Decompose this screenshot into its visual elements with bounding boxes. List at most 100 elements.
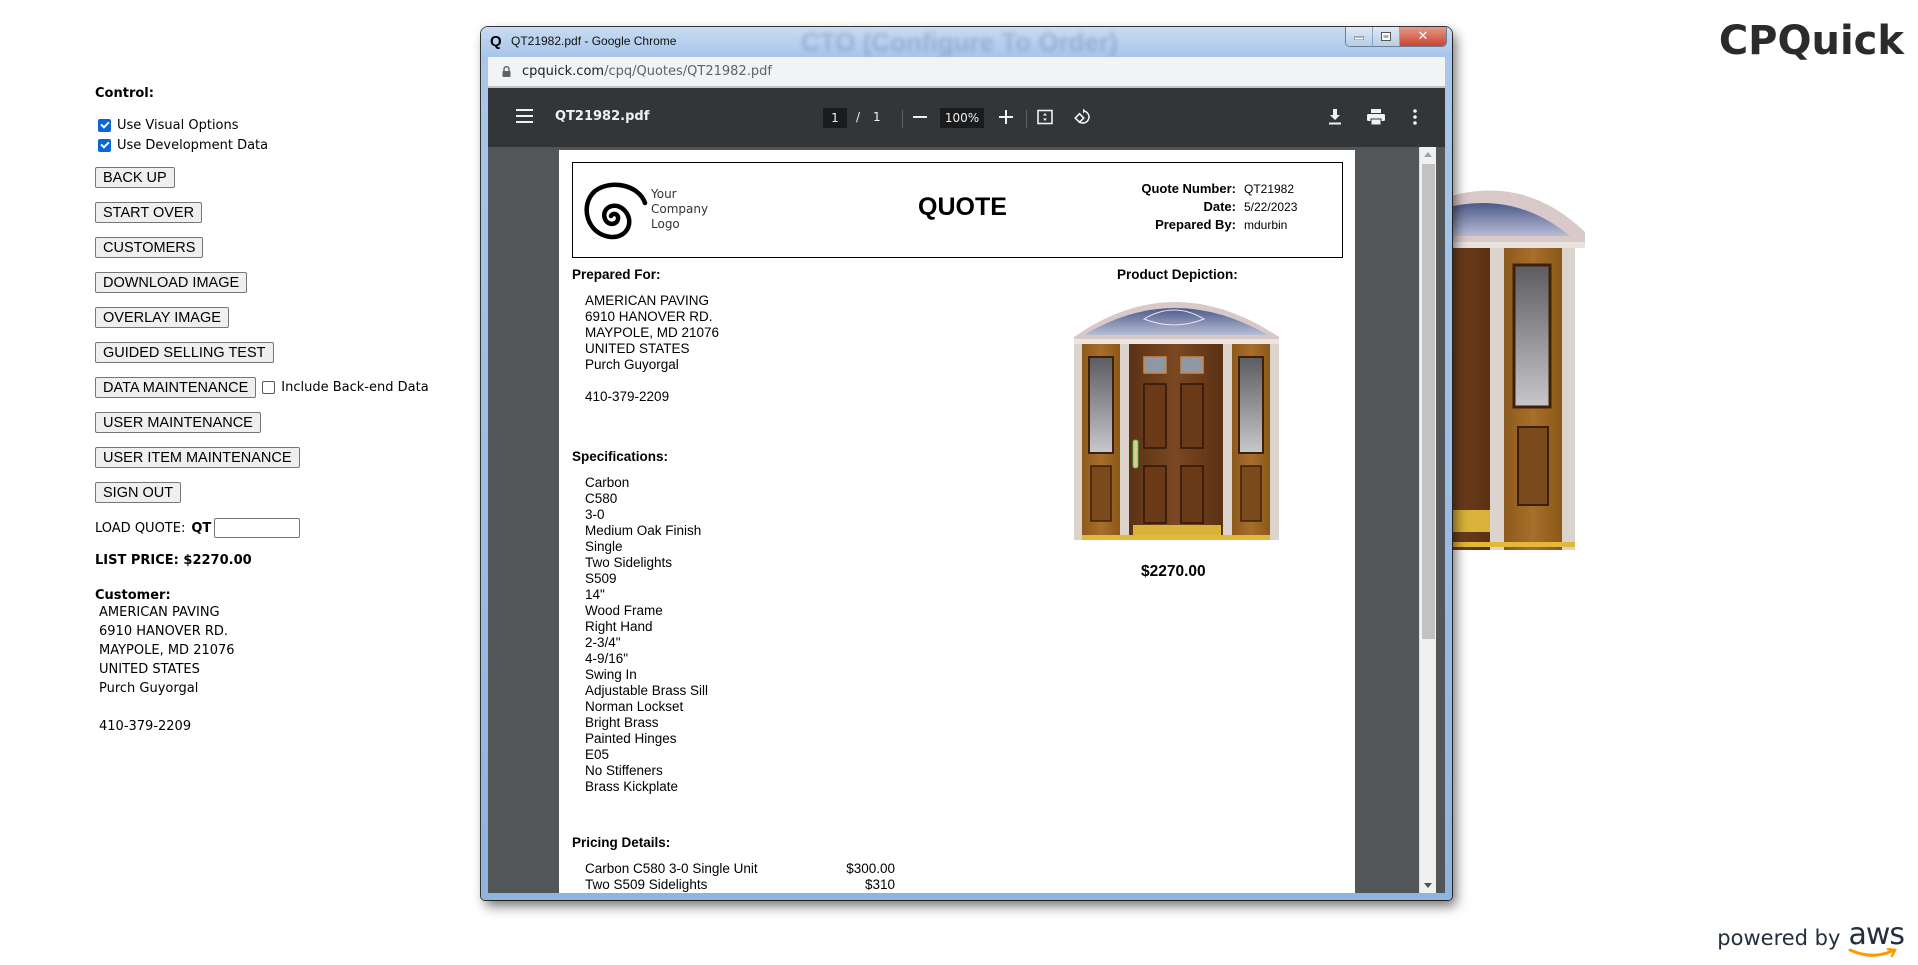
customer-line: UNITED STATES	[99, 662, 200, 677]
zoom-level-input[interactable]: 100%	[940, 108, 984, 128]
specification-item: Norman Lockset	[585, 699, 684, 714]
specification-item: Adjustable Brass Sill	[585, 683, 709, 698]
prepared-for-phone: 410-379-2209	[585, 389, 670, 404]
zoom-out-button[interactable]	[908, 105, 932, 129]
title-bar[interactable]: Q QT21982.pdf - Google Chrome CTO (Confi…	[481, 27, 1452, 57]
pricing-item: Two S509 Sidelights	[585, 877, 708, 892]
quote-date-row: Date: 5/22/2023	[1141, 198, 1310, 216]
vertical-scrollbar[interactable]	[1419, 147, 1436, 893]
print-button[interactable]	[1364, 105, 1388, 129]
sign-out-button[interactable]: SIGN OUT	[95, 482, 182, 503]
zoom-out-icon	[913, 116, 927, 118]
rotate-button[interactable]	[1071, 105, 1095, 129]
prepared-for-address: AMERICAN PAVING 6910 HANOVER RD. MAYPOLE…	[585, 293, 719, 405]
pdf-viewer[interactable]: Your Company Logo QUOTE Quote Number: QT2…	[488, 147, 1445, 893]
use-development-data-label: Use Development Data	[117, 137, 269, 153]
product-depiction-heading: Product Depiction:	[1117, 267, 1238, 282]
data-maintenance-button[interactable]: DATA MAINTENANCE	[95, 377, 257, 398]
customer-line: Purch Guyorgal	[99, 681, 199, 696]
include-backend-data-row[interactable]: Include Back-end Data	[262, 380, 429, 395]
page-number-input[interactable]: 1	[823, 108, 847, 128]
guided-selling-test-button[interactable]: GUIDED SELLING TEST	[95, 342, 274, 363]
aws-smile-icon	[1848, 948, 1898, 958]
window-title: QT21982.pdf - Google Chrome	[511, 34, 677, 48]
download-button[interactable]	[1323, 105, 1347, 129]
use-development-data-checkbox-row[interactable]: Use Development Data	[98, 135, 455, 155]
customer-phone: 410-379-2209	[99, 719, 192, 734]
customers-button[interactable]: CUSTOMERS	[95, 237, 204, 258]
specification-item: 3-0	[585, 507, 605, 522]
fit-page-icon	[1037, 109, 1053, 125]
specification-item: 4-9/16"	[585, 651, 629, 666]
fit-page-button[interactable]	[1033, 105, 1057, 129]
blurred-background-title: CTO (Configure To Order)	[801, 27, 1118, 57]
maximize-button[interactable]	[1373, 27, 1400, 46]
control-panel: Control: Use Visual Options Use Developm…	[95, 86, 455, 736]
address-bar[interactable]: cpquick.com/cpq/Quotes/QT21982.pdf	[488, 57, 1445, 87]
list-price: LIST PRICE: $2270.00	[95, 553, 252, 568]
url-text[interactable]: cpquick.com/cpq/Quotes/QT21982.pdf	[522, 64, 772, 79]
menu-icon[interactable]	[516, 109, 533, 123]
customer-heading: Customer:	[95, 588, 171, 603]
user-maintenance-button[interactable]: USER MAINTENANCE	[95, 412, 261, 433]
include-backend-data-checkbox[interactable]	[262, 381, 276, 394]
pricing-amount: $310	[864, 877, 895, 892]
specification-item: Single	[585, 539, 623, 554]
logo-line: Logo	[651, 217, 680, 231]
customer-address: AMERICAN PAVING 6910 HANOVER RD. MAYPOLE…	[99, 603, 455, 736]
customer-line: 6910 HANOVER RD.	[99, 624, 229, 639]
address-line: MAYPOLE, MD 21076	[585, 325, 720, 340]
specification-item: C580	[585, 491, 618, 506]
chrome-window: Q QT21982.pdf - Google Chrome CTO (Confi…	[481, 27, 1452, 900]
load-quote-input[interactable]	[214, 518, 301, 538]
url-host: cpquick.com	[522, 64, 605, 79]
minimize-button[interactable]	[1346, 27, 1373, 46]
url-path: /cpq/Quotes/QT21982.pdf	[604, 64, 772, 79]
aws-text: aws	[1848, 917, 1905, 952]
specification-item: Right Hand	[585, 619, 653, 634]
download-image-button[interactable]: DOWNLOAD IMAGE	[95, 272, 248, 293]
quote-meta: Quote Number: QT21982 Date: 5/22/2023 Prep…	[1141, 180, 1310, 234]
include-backend-data-label: Include Back-end Data	[281, 380, 429, 395]
scroll-up-icon[interactable]	[1424, 152, 1432, 157]
address-line: UNITED STATES	[585, 341, 690, 356]
minimize-icon	[1354, 36, 1364, 40]
zoom-in-icon	[999, 110, 1013, 124]
specification-item: Bright Brass	[585, 715, 659, 730]
app-q-icon: Q	[490, 33, 502, 50]
meta-key: Date:	[1203, 199, 1236, 214]
customer-line: AMERICAN PAVING	[99, 605, 220, 620]
total-pages: 1	[873, 110, 881, 124]
zoom-in-button[interactable]	[994, 105, 1018, 129]
specification-item: Brass Kickplate	[585, 779, 679, 794]
page-separator: /	[856, 110, 861, 124]
pdf-filename: QT21982.pdf	[555, 109, 650, 124]
meta-key: Prepared By:	[1155, 217, 1236, 232]
specification-item: 14"	[585, 587, 605, 602]
specifications-heading: Specifications:	[572, 449, 669, 464]
use-development-data-checkbox[interactable]	[98, 138, 111, 152]
use-visual-options-checkbox-row[interactable]: Use Visual Options	[98, 115, 455, 135]
prepared-by-row: Prepared By: mdurbin	[1141, 216, 1310, 234]
scrollbar-thumb[interactable]	[1422, 164, 1435, 639]
scroll-down-icon[interactable]	[1424, 883, 1432, 888]
pricing-item: Carbon C580 3-0 Single Unit	[585, 861, 758, 876]
more-options-button[interactable]	[1403, 105, 1427, 129]
start-over-button[interactable]: START OVER	[95, 202, 203, 223]
pdf-page: Your Company Logo QUOTE Quote Number: QT2…	[559, 150, 1355, 893]
overlay-image-button[interactable]: OVERLAY IMAGE	[95, 307, 229, 328]
specifications-list: Carbon C580 3-0 Medium Oak Finish Single Two …	[585, 475, 708, 795]
specification-item: Carbon	[585, 475, 630, 490]
pricing-row: Carbon C580 3-0 Single Unit $300.00	[585, 861, 895, 876]
back-up-button[interactable]: BACK UP	[95, 167, 175, 188]
use-visual-options-checkbox[interactable]	[98, 118, 111, 132]
logo-line: Your	[651, 187, 677, 201]
close-button[interactable]: ✕	[1400, 27, 1446, 46]
quote-date: 5/22/2023	[1244, 200, 1298, 214]
logo-line: Company	[651, 202, 709, 216]
user-item-maintenance-button[interactable]: USER ITEM MAINTENANCE	[95, 447, 300, 468]
prepared-by: mdurbin	[1244, 218, 1288, 232]
load-quote-prefix: QT	[191, 520, 212, 536]
specification-item: 2-3/4"	[585, 635, 621, 650]
window-controls: ✕	[1345, 27, 1447, 47]
